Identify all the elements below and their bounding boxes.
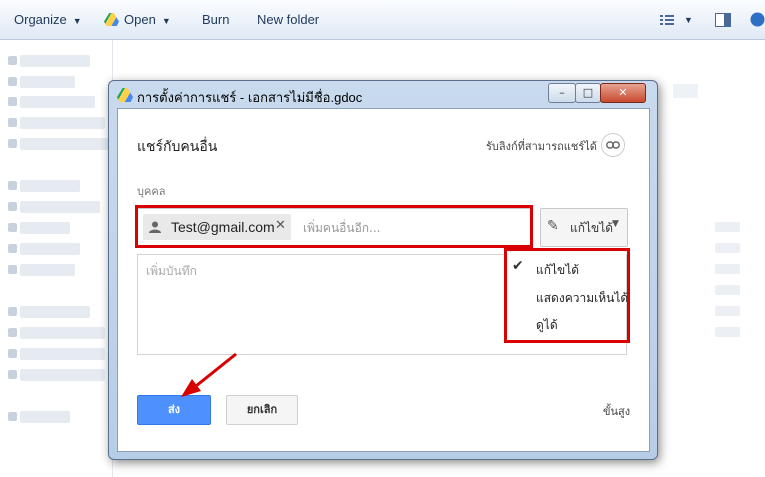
disk-icon	[8, 328, 17, 337]
network-icon	[8, 412, 17, 421]
nav-item[interactable]	[20, 201, 100, 213]
share-heading: แชร์กับคนอื่น	[137, 139, 218, 155]
nav-item[interactable]	[20, 76, 75, 88]
minimize-button[interactable]: –	[548, 83, 576, 103]
close-button[interactable]: ✕	[600, 83, 646, 103]
organize-label: Organize	[14, 12, 67, 27]
pictures-icon	[8, 244, 17, 253]
file-row	[715, 285, 740, 295]
people-label: บุคคล	[137, 185, 166, 198]
favorites-icon	[8, 56, 17, 65]
videos-icon	[8, 265, 17, 274]
burn-button[interactable]: Burn	[202, 12, 229, 27]
file-row	[715, 306, 740, 316]
nav-item[interactable]	[20, 222, 70, 234]
cancel-button[interactable]: ยกเลิก	[226, 395, 298, 425]
pencil-icon: ✎	[547, 218, 559, 234]
google-drive-icon	[104, 13, 119, 26]
nav-item[interactable]	[20, 369, 105, 381]
highlight-people-box	[135, 205, 533, 248]
send-button[interactable]: ส่ง	[137, 395, 211, 425]
folder-icon	[8, 97, 17, 106]
nav-item[interactable]	[20, 138, 110, 150]
libraries-icon	[8, 181, 17, 190]
nav-item[interactable]	[20, 243, 80, 255]
nav-item[interactable]	[20, 327, 105, 339]
advanced-link[interactable]: ขั้นสูง	[603, 402, 630, 420]
dialog-title: การตั้งค่าการแชร์ - เอกสารไม่มีชื่อ.gdoc	[137, 90, 363, 105]
preview-pane-icon[interactable]	[715, 13, 731, 27]
nav-item[interactable]	[20, 180, 80, 192]
nav-item[interactable]	[20, 411, 70, 423]
new-folder-button[interactable]: New folder	[257, 12, 319, 27]
help-icon[interactable]	[750, 12, 765, 27]
highlight-permission-menu	[504, 248, 630, 343]
chevron-down-icon: ▼	[72, 16, 82, 26]
open-menu[interactable]: Open ▼	[104, 12, 171, 27]
get-shareable-link[interactable]: รับลิงก์ที่สามารถแชร์ได้	[486, 137, 597, 155]
file-row	[715, 243, 740, 253]
file-row	[715, 327, 740, 337]
note-placeholder: เพิ่มบันทึก	[146, 264, 197, 278]
chevron-down-icon[interactable]: ▼	[684, 15, 693, 25]
folder-icon	[8, 202, 17, 211]
file-row	[715, 222, 740, 232]
nav-item[interactable]	[20, 117, 105, 129]
permission-label: แก้ไขได้	[570, 221, 614, 235]
folder-icon	[8, 118, 17, 127]
maximize-button[interactable]: □	[575, 83, 601, 103]
chevron-down-icon: ▼	[612, 219, 619, 229]
disk-icon	[8, 349, 17, 358]
drive-icon	[8, 139, 17, 148]
organize-menu[interactable]: Organize ▼	[14, 12, 82, 27]
music-icon	[8, 223, 17, 232]
nav-item[interactable]	[20, 306, 90, 318]
nav-item[interactable]	[20, 96, 95, 108]
chevron-down-icon: ▼	[161, 16, 171, 26]
computer-icon	[8, 307, 17, 316]
explorer-toolbar: Organize ▼ Open ▼ Burn New folder ▼	[0, 0, 765, 40]
open-label: Open	[124, 12, 156, 27]
disk-icon	[8, 370, 17, 379]
navigation-pane	[0, 40, 113, 477]
column-header-size	[673, 84, 698, 98]
nav-item[interactable]	[20, 264, 75, 276]
file-row	[715, 264, 740, 274]
nav-item[interactable]	[20, 348, 105, 360]
folder-icon	[8, 77, 17, 86]
link-icon[interactable]	[601, 133, 625, 157]
nav-item[interactable]	[20, 55, 90, 67]
view-options-icon[interactable]	[660, 14, 674, 26]
